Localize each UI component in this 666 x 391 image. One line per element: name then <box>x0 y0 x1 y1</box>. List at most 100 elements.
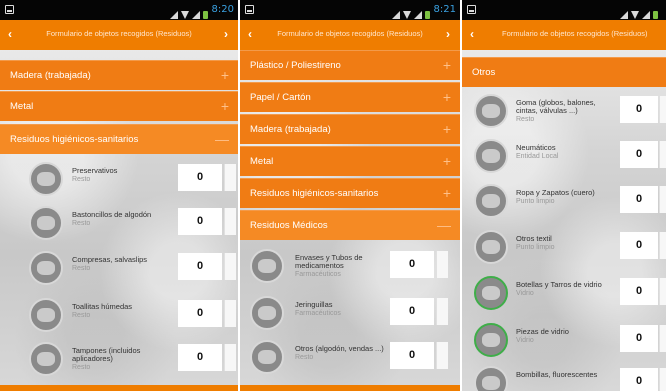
notification-icon <box>467 5 476 14</box>
quantity-input[interactable]: 0 <box>620 232 658 259</box>
item-destination: Resto <box>72 364 91 371</box>
status-clock: 8:21 <box>433 4 456 15</box>
quantity-stepper[interactable] <box>659 232 666 259</box>
battery-icon <box>425 11 430 19</box>
item-destination: Vidrio <box>516 290 534 297</box>
category-metal[interactable]: Metal + <box>240 146 460 176</box>
list-item: Bombillas, fluorescentes 0 <box>462 360 666 391</box>
quantity-stepper[interactable] <box>659 368 666 391</box>
quantity-input[interactable]: 0 <box>178 253 222 280</box>
quantity-input[interactable]: 0 <box>620 278 658 305</box>
quantity-stepper[interactable] <box>224 164 236 191</box>
quantity-stepper[interactable] <box>436 342 448 369</box>
item-destination: Punto limpio <box>516 244 555 251</box>
app-bar: ‹ Formulario de objetos recogidos (Resid… <box>240 20 460 50</box>
minus-icon: — <box>215 131 229 147</box>
notification-icon <box>5 5 14 14</box>
quantity-input[interactable]: 0 <box>620 96 658 123</box>
category-plastico[interactable]: Plástico / Poliestireno + <box>240 50 460 80</box>
quantity-input[interactable]: 0 <box>620 186 658 213</box>
item-image <box>250 296 284 330</box>
quantity-input[interactable]: 0 <box>620 368 658 391</box>
wifi-icon <box>631 11 639 19</box>
page-title: Formulario de objetos recogidos (Residuo… <box>502 29 648 38</box>
quantity-input[interactable]: 0 <box>178 344 222 371</box>
list-item: Otros (algodón, vendas ...) Resto 0 <box>240 334 460 379</box>
category-metal[interactable]: Metal + <box>0 91 238 121</box>
app-bar: ‹ Formulario de objetos recogidos (Resid… <box>0 20 238 50</box>
notification-icon <box>245 5 254 14</box>
item-name: Piezas de vidrio <box>516 327 569 336</box>
item-destination: Resto <box>72 312 91 319</box>
list-item: Envases y Tubos de medicamentos Farmacéut… <box>240 243 460 288</box>
list-item: Bastoncillos de algodón Resto 0 <box>0 200 238 245</box>
phone-screen-1: 8:20 ‹ Formulario de objetos recogidos (… <box>0 0 238 391</box>
category-otros[interactable]: Otros <box>462 57 666 87</box>
item-destination: Vidrio <box>516 337 534 344</box>
category-madera[interactable]: Madera (trabajada) + <box>240 114 460 144</box>
item-image <box>474 184 508 218</box>
item-name: Otros (algodón, vendas ...) <box>295 344 384 353</box>
cell-signal-icon <box>414 11 422 19</box>
app-bar: ‹ Formulario de objetos recogidos (Resid… <box>462 20 666 50</box>
quantity-stepper[interactable] <box>659 186 666 213</box>
item-image <box>250 340 284 374</box>
list-item: Tampones (incluidos aplicadores) Resto 0 <box>0 336 238 381</box>
quantity-stepper[interactable] <box>659 325 666 352</box>
category-residuos-higienicos[interactable]: Residuos higiénicos-sanitarios — <box>0 124 238 154</box>
plus-icon: + <box>442 185 451 201</box>
quantity-input[interactable]: 0 <box>620 141 658 168</box>
quantity-stepper[interactable] <box>659 96 666 123</box>
item-image <box>29 298 63 332</box>
item-name: Bastoncillos de algodón <box>72 210 152 219</box>
cell-signal-icon <box>642 11 650 19</box>
quantity-input[interactable]: 0 <box>178 164 222 191</box>
quantity-stepper[interactable] <box>224 208 236 235</box>
quantity-input[interactable]: 0 <box>178 300 222 327</box>
battery-icon <box>653 11 658 19</box>
item-image <box>29 251 63 285</box>
quantity-input[interactable]: 0 <box>620 325 658 352</box>
chevron-right-icon[interactable]: › <box>224 27 228 41</box>
list-item: Ropa y Zapatos (cuero) Punto limpio 0 <box>462 178 666 223</box>
quantity-stepper[interactable] <box>436 298 448 325</box>
quantity-stepper[interactable] <box>659 141 666 168</box>
quantity-stepper[interactable] <box>224 344 236 371</box>
quantity-input[interactable]: 0 <box>390 342 434 369</box>
list-item: Piezas de vidrio Vidrio 0 <box>462 317 666 362</box>
category-label: Otros <box>472 67 496 78</box>
quantity-stepper[interactable] <box>436 251 448 278</box>
category-residuos-higienicos[interactable]: Residuos higiénicos-sanitarios + <box>240 178 460 208</box>
next-category-peek <box>0 385 238 391</box>
category-madera[interactable]: Madera (trabajada) + <box>0 60 238 90</box>
quantity-input[interactable]: 0 <box>390 251 434 278</box>
category-papel[interactable]: Papel / Cartón + <box>240 82 460 112</box>
item-image <box>29 206 63 240</box>
quantity-input[interactable]: 0 <box>178 208 222 235</box>
plus-icon: + <box>442 57 451 73</box>
status-bar: 8:21 <box>240 0 460 20</box>
chevron-left-icon[interactable]: ‹ <box>8 27 12 41</box>
item-image <box>29 342 63 376</box>
status-clock: 8:20 <box>211 4 234 15</box>
list-item: Botellas y Tarros de vidrio Vidrio 0 <box>462 270 666 315</box>
item-destination: Farmacéuticos <box>295 310 341 317</box>
status-icons <box>389 6 430 19</box>
phone-screen-3: ‹ Formulario de objetos recogidos (Resid… <box>462 0 666 391</box>
item-name: Ropa y Zapatos (cuero) <box>516 188 595 197</box>
chevron-left-icon[interactable]: ‹ <box>470 27 474 41</box>
list-item: Neumáticos Entidad Local 0 <box>462 133 666 178</box>
chevron-right-icon[interactable]: › <box>446 27 450 41</box>
quantity-stepper[interactable] <box>659 278 666 305</box>
chevron-left-icon[interactable]: ‹ <box>248 27 252 41</box>
quantity-input[interactable]: 0 <box>390 298 434 325</box>
quantity-stepper[interactable] <box>224 253 236 280</box>
plus-icon: + <box>442 89 451 105</box>
category-label: Madera (trabajada) <box>10 70 91 81</box>
item-destination: Entidad Local <box>516 153 559 160</box>
category-label: Residuos higiénicos-sanitarios <box>250 188 379 199</box>
quantity-stepper[interactable] <box>224 300 236 327</box>
category-residuos-medicos[interactable]: Residuos Médicos — <box>240 210 460 240</box>
list-item: Compresas, salvaslips Resto 0 <box>0 245 238 290</box>
category-label: Madera (trabajada) <box>250 124 331 135</box>
